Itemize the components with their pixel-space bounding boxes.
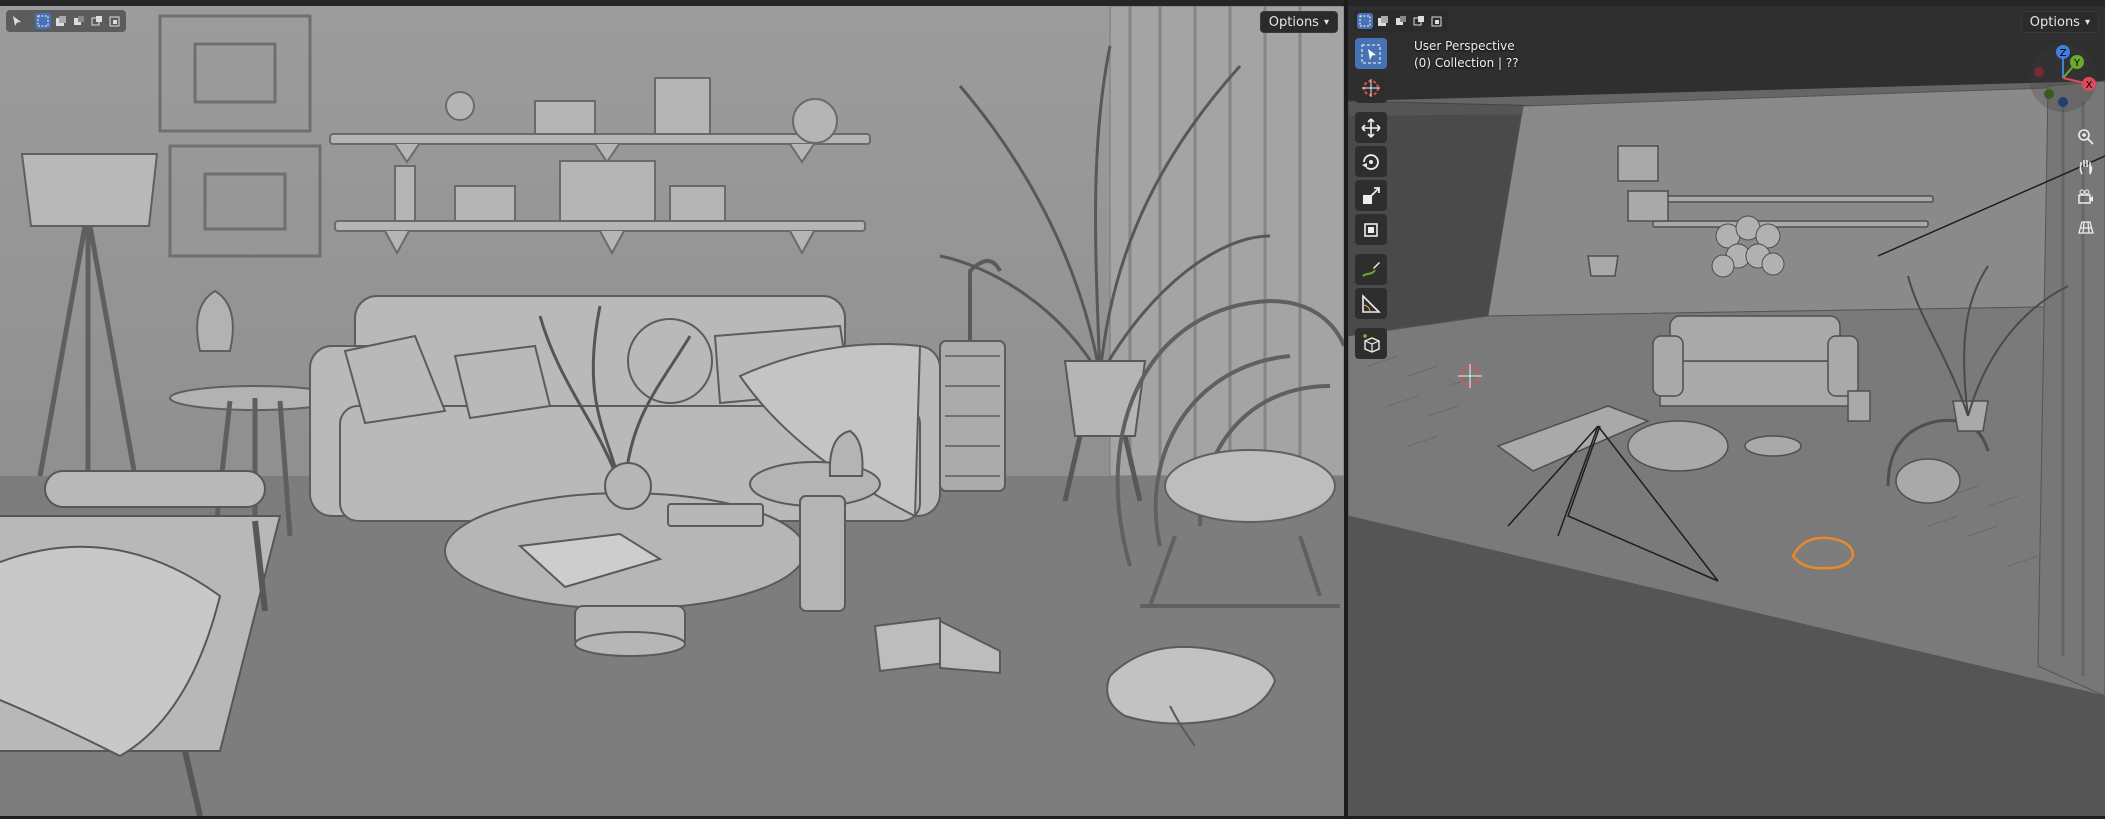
zoom-icon[interactable] (2073, 124, 2099, 150)
right-viewport[interactable]: Options ▾ User Perspective (0) Collectio… (1348, 6, 2105, 816)
transform-tool-icon[interactable] (1355, 214, 1387, 245)
measure-tool-icon[interactable] (1355, 288, 1387, 319)
neg-x-axis-icon (2034, 67, 2044, 77)
y-axis-label: Y (2073, 58, 2081, 69)
select-extend-icon[interactable] (71, 13, 87, 29)
viewport-info: User Perspective (0) Collection | ?? (1414, 38, 1519, 72)
select-extend-icon[interactable] (1393, 13, 1409, 29)
collection-label: (0) Collection | ?? (1414, 56, 1519, 70)
chevron-down-icon: ▾ (1323, 16, 1329, 28)
curtain (1109, 6, 1344, 477)
blender-window: Options ▾ Options ▾ User Perspective (0)… (0, 0, 2105, 819)
select-new-icon[interactable] (53, 13, 69, 29)
right-options-dropdown[interactable]: Options ▾ (2020, 11, 2099, 33)
select-subtract-icon[interactable] (1411, 13, 1427, 29)
options-label: Options (2029, 14, 2080, 30)
tweak-tool-icon[interactable] (9, 13, 25, 29)
z-axis-label: Z (2060, 48, 2067, 59)
rotate-tool-icon[interactable] (1355, 146, 1387, 177)
select-box-tool-icon[interactable] (1355, 38, 1387, 69)
left-options-dropdown[interactable]: Options ▾ (1259, 11, 1338, 33)
view-name: User Perspective (1414, 39, 1515, 53)
x-axis-label: X (2086, 80, 2093, 91)
navigation-gizmo[interactable]: Z Y X (2027, 42, 2099, 114)
select-new-icon[interactable] (1375, 13, 1391, 29)
room-overview-render (1348, 6, 2105, 816)
neg-y-axis-icon (2044, 89, 2054, 99)
left-viewport[interactable]: Options ▾ (0, 6, 1344, 816)
annotate-tool-icon[interactable] (1355, 254, 1387, 285)
cursor-tool-icon[interactable] (1355, 72, 1387, 103)
select-box-icon[interactable] (35, 13, 51, 29)
grid-view-icon[interactable] (2073, 214, 2099, 240)
add-cube-tool-icon[interactable] (1355, 328, 1387, 359)
left-header-tools (6, 10, 126, 32)
select-intersect-icon[interactable] (1429, 13, 1445, 29)
scale-tool-icon[interactable] (1355, 180, 1387, 211)
select-box-icon[interactable] (1357, 13, 1373, 29)
select-subtract-icon[interactable] (89, 13, 105, 29)
tool-shelf (1355, 38, 1391, 362)
neg-z-axis-icon (2058, 97, 2068, 107)
options-label: Options (1268, 14, 1319, 30)
camera-view-icon[interactable] (2073, 184, 2099, 210)
hand-pan-icon[interactable] (2073, 154, 2099, 180)
living-room-render (0, 6, 1344, 816)
chevron-down-icon: ▾ (2084, 16, 2090, 28)
move-tool-icon[interactable] (1355, 112, 1387, 143)
right-header-tools (1354, 10, 1448, 32)
select-intersect-icon[interactable] (107, 13, 123, 29)
